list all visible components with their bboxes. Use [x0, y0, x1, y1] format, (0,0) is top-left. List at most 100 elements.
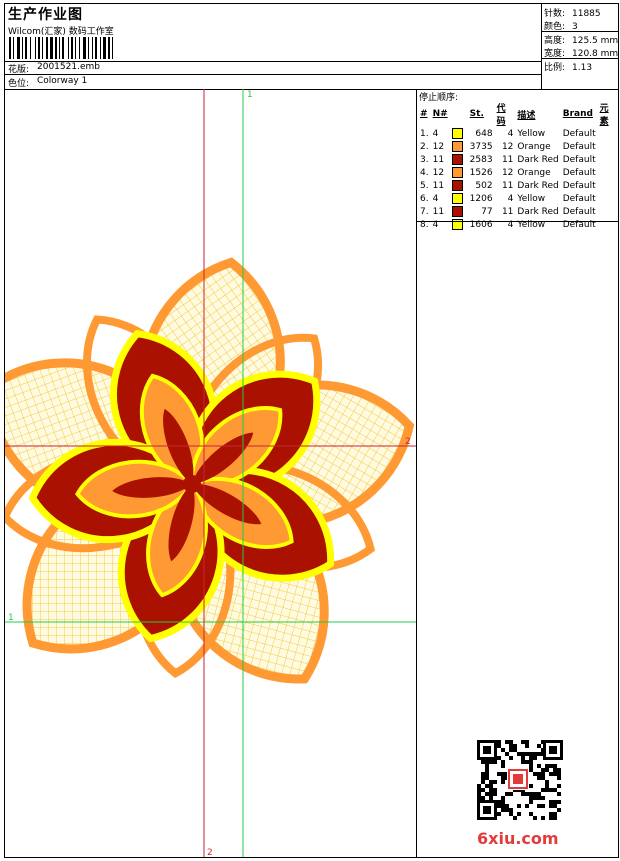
table-row: 8. 4 1606 4 Yellow Default — [418, 218, 618, 231]
col-header: Brand — [562, 109, 593, 119]
row-index: 5. — [420, 180, 429, 191]
col-header — [450, 101, 468, 127]
row-element — [598, 140, 618, 153]
stop-sequence-table: # N# St. 代码 描述 Brand 元素 1. 4 648 4 Yellow Def… — [418, 101, 618, 231]
row-code: 12 — [501, 141, 514, 152]
flower-center — [183, 475, 201, 493]
row-index: 1. — [420, 128, 429, 139]
studio-name: Wilcom(汇家) 数码工作室 — [8, 27, 114, 37]
qr-code — [477, 740, 563, 820]
row-code: 11 — [501, 180, 514, 191]
embroidery-design-area: 1 1 2 2 — [0, 89, 417, 858]
table-row: 3. 11 2583 11 Dark Red Default — [418, 153, 618, 166]
flower-embroidery: 1 1 2 2 — [0, 89, 416, 858]
production-sheet: 生产作业图 Wilcom(汇家) 数码工作室 花版: 2001521.emb 色… — [0, 3, 619, 858]
row-stitches: 502 — [475, 180, 493, 191]
col-header: 元素 — [599, 104, 609, 127]
row-description: Dark Red — [517, 180, 559, 191]
guide-label-green-h: 1 — [8, 613, 14, 623]
row-element — [598, 218, 618, 231]
row-code: 12 — [501, 167, 514, 178]
row-brand: Default — [562, 154, 596, 165]
row-element — [598, 192, 618, 205]
row-description: Yellow — [517, 128, 546, 139]
table-row: 7. 11 77 11 Dark Red Default — [418, 205, 618, 218]
header-info: 生产作业图 Wilcom(汇家) 数码工作室 花版: 2001521.emb 色… — [5, 4, 542, 89]
row-stitches: 1206 — [469, 193, 493, 204]
row-element — [598, 205, 618, 218]
row-needle: 11 — [432, 154, 445, 165]
row-brand: Default — [562, 193, 596, 204]
stat-divider — [542, 31, 618, 32]
stat-height: 高度: 125.5 mm — [544, 36, 619, 46]
row-needle: 4 — [432, 219, 439, 230]
row-description: Dark Red — [517, 206, 559, 217]
col-header: St. — [469, 109, 484, 119]
row-description: Yellow — [517, 193, 546, 204]
row-stitches: 648 — [475, 128, 493, 139]
col-header: 代码 — [496, 104, 506, 127]
table-row: 5. 11 502 11 Dark Red Default — [418, 179, 618, 192]
row-stitches: 1526 — [469, 167, 493, 178]
color-swatch — [450, 192, 468, 205]
colorway-label: 色位: — [8, 79, 30, 89]
col-header: N# — [432, 109, 448, 119]
row-index: 3. — [420, 154, 429, 165]
row-needle: 11 — [432, 180, 445, 191]
row-element — [598, 166, 618, 179]
guide-label-red-h: 2 — [405, 437, 411, 447]
color-swatch — [450, 153, 468, 166]
row-index: 2. — [420, 141, 429, 152]
watermark-logo: 6xiu.com — [477, 829, 559, 848]
color-swatch — [450, 179, 468, 192]
guide-label-green-v: 1 — [247, 90, 253, 100]
row-brand: Default — [562, 167, 596, 178]
colorway-value: Colorway 1 — [37, 76, 88, 86]
table-header-row: # N# St. 代码 描述 Brand 元素 — [418, 101, 618, 127]
stat-scale: 比例: 1.13 — [544, 63, 593, 73]
row-index: 4. — [420, 167, 429, 178]
panel-divider — [417, 221, 618, 222]
row-code: 4 — [507, 193, 514, 204]
table-row: 1. 4 648 4 Yellow Default — [418, 127, 618, 140]
row-index: 7. — [420, 206, 429, 217]
row-brand: Default — [562, 141, 596, 152]
row-brand: Default — [562, 128, 596, 139]
color-swatch — [450, 166, 468, 179]
row-stitches: 2583 — [469, 154, 493, 165]
row-code: 4 — [507, 219, 514, 230]
row-stitches: 3735 — [469, 141, 493, 152]
sheet-title: 生产作业图 — [8, 7, 83, 23]
row-element — [598, 179, 618, 192]
table-row: 4. 12 1526 12 Orange Default — [418, 166, 618, 179]
row-element — [598, 127, 618, 140]
table-row: 2. 12 3735 12 Orange Default — [418, 140, 618, 153]
row-description: Orange — [517, 141, 551, 152]
row-index: 6. — [420, 193, 429, 204]
color-swatch — [450, 205, 468, 218]
row-needle: 4 — [432, 128, 439, 139]
color-swatch — [450, 218, 468, 231]
row-brand: Default — [562, 180, 596, 191]
row-stitches: 77 — [481, 206, 493, 217]
row-index: 8. — [420, 219, 429, 230]
row-element — [598, 153, 618, 166]
barcode — [9, 37, 113, 59]
stat-divider — [542, 58, 618, 59]
row-needle: 4 — [432, 193, 439, 204]
table-row: 6. 4 1206 4 Yellow Default — [418, 192, 618, 205]
color-swatch — [450, 127, 468, 140]
row-brand: Default — [562, 206, 596, 217]
stat-stitches: 针数: 11885 — [544, 9, 601, 19]
color-swatch — [450, 140, 468, 153]
row-description: Orange — [517, 167, 551, 178]
col-header: 描述 — [517, 110, 536, 121]
row-needle: 12 — [432, 167, 445, 178]
row-description: Dark Red — [517, 154, 559, 165]
col-header: # — [420, 109, 428, 119]
header-divider — [5, 74, 541, 75]
design-stats: 针数: 11885 颜色: 3 高度: 125.5 mm 宽度: 120.8 mm 比例… — [542, 4, 618, 89]
row-needle: 12 — [432, 141, 445, 152]
row-description: Yellow — [517, 219, 546, 230]
design-file: 2001521.emb — [37, 62, 100, 72]
